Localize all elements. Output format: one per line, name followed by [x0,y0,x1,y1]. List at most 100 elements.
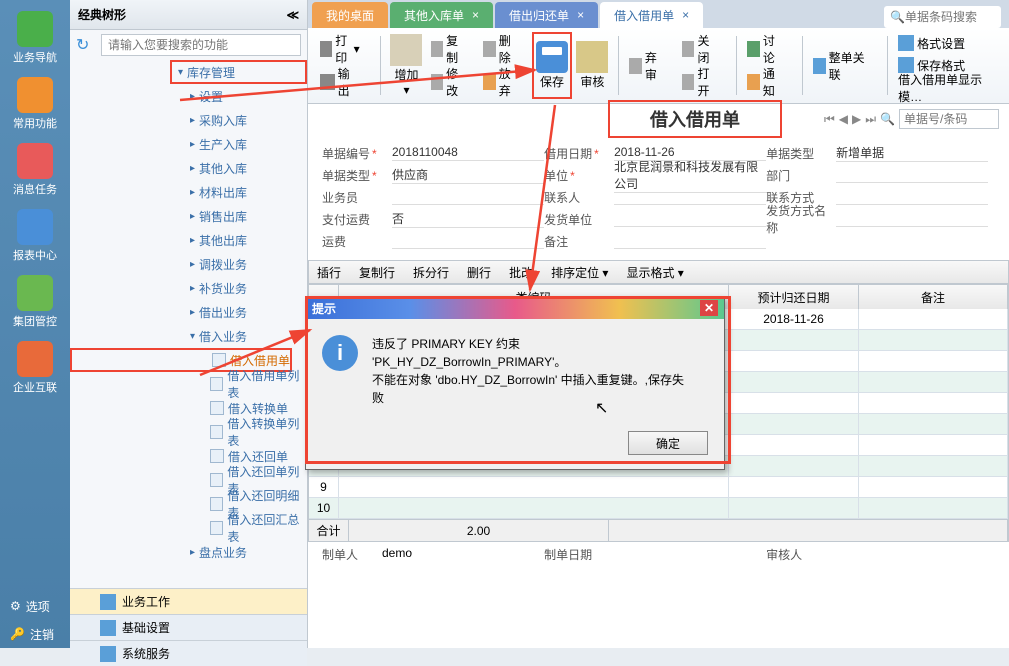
tree-close-icon[interactable]: ≪ [286,8,299,22]
tree-header: 经典树形 ≪ [70,0,307,30]
search-icon: 🔍 [880,112,895,126]
tab-borrow-in[interactable]: 借入借用单× [600,2,703,28]
close-icon[interactable]: × [472,8,479,22]
discuss-button[interactable]: 讨论 [743,39,786,59]
tab-desktop[interactable]: 我的桌面 [312,2,388,28]
value-freight[interactable]: 否 [392,210,544,228]
tree-search-input[interactable] [101,34,301,56]
tree-item[interactable]: ▸销售出库 [70,204,307,228]
delete-button[interactable]: 删除 [479,39,522,59]
relate-button[interactable]: 整单关联 [809,56,872,76]
tree-item[interactable]: ▸其他入库 [70,156,307,180]
bottom-info: 制单人demo 制单日期 审核人 [308,542,1009,567]
tree-sub-item[interactable]: 借入转换单列表 [70,420,307,444]
creator-label: 制单人 [322,546,382,563]
abandon-button[interactable]: 放弃 [479,72,522,92]
search-icon: 🔍 [890,10,905,24]
batch-edit[interactable]: 批改 [509,264,533,281]
col-return-date[interactable]: 预计归还日期 [729,285,859,309]
label-docno: 单据编号* [322,145,392,162]
footer-basic[interactable]: 基础设置 [70,614,307,640]
insert-row[interactable]: 插行 [317,264,341,281]
nav-reports[interactable]: 报表中心 [5,206,65,266]
template-button[interactable]: 借入借用单显示模… [894,78,991,98]
dialog-title-bar[interactable]: 提示 ✕ [306,297,724,319]
logout-button[interactable]: 🔑注销 [0,620,70,648]
prev-icon[interactable]: ◀ [839,112,848,126]
tree-item[interactable]: ▸其他出库 [70,228,307,252]
label-shipway: 发货方式名称 [766,202,836,236]
copy-button[interactable]: 复制 [427,39,470,59]
next-icon[interactable]: ▶ [852,112,861,126]
key-icon: 🔑 [10,627,25,641]
link-icon [813,58,826,74]
nav-messages[interactable]: 消息任务 [5,140,65,200]
value-docno[interactable]: 2018110048 [392,145,544,161]
discard-button[interactable]: 弃审 [625,56,668,76]
label-contact: 联系人 [544,189,614,206]
nav-common[interactable]: 常用功能 [5,74,65,134]
tree-item[interactable]: ▸补货业务 [70,276,307,300]
label-shipunit: 发货单位 [544,211,614,228]
output-button[interactable]: 输出 [316,72,364,92]
nav-search-input[interactable] [899,109,999,129]
tree-item[interactable]: ▸设置 [70,84,307,108]
save-icon [536,41,568,73]
col-memo[interactable]: 备注 [859,285,1008,309]
close-icon[interactable]: × [577,8,584,22]
tree-item[interactable]: ▸借出业务 [70,300,307,324]
grid-toolbar: 插行 复制行 拆分行 删行 批改 排序定位 ▾ 显示格式 ▾ [308,260,1009,284]
tab-borrow-return[interactable]: 借出归还单× [495,2,598,28]
tree-item[interactable]: ▸材料出库 [70,180,307,204]
value-unit[interactable]: 北京昆润景和科技发展有限公司 [614,158,766,193]
refresh-icon[interactable]: ↻ [76,35,96,55]
close-icon[interactable]: × [682,8,689,22]
footer-system[interactable]: 系统服务 [70,640,307,666]
toolbar: 打印 ▾ 输出 增加 ▾ 复制 修改 删除 放弃 保存 审核 弃审 关闭 打开 … [308,28,1009,104]
options-button[interactable]: ⚙选项 [0,592,70,620]
print-button[interactable]: 打印 ▾ [316,39,364,59]
tab-search[interactable]: 🔍 [884,6,1001,28]
add-button[interactable]: 增加 ▾ [386,32,426,99]
split-row[interactable]: 拆分行 [413,264,449,281]
undo-icon [483,74,496,90]
auditor-label: 审核人 [766,546,826,563]
open-button[interactable]: 打开 [678,72,721,92]
value-kind: 新增单据 [836,144,988,162]
tree-root-inventory[interactable]: ▾库存管理 [170,60,307,84]
delete-row[interactable]: 删行 [467,264,491,281]
creator-value: demo [382,546,412,563]
tree-sub-item[interactable]: 借入借用单列表 [70,372,307,396]
notify-button[interactable]: 通知 [743,72,786,92]
audit-button[interactable]: 审核 [572,32,612,99]
nav-group[interactable]: 集团管控 [5,272,65,332]
nav-enterprise[interactable]: 企业互联 [5,338,65,398]
display-format[interactable]: 显示格式 ▾ [626,264,683,281]
nav-business[interactable]: 业务导航 [5,8,65,68]
printer-icon [320,41,332,57]
tree-item[interactable]: ▸生产入库 [70,132,307,156]
close-button[interactable]: 关闭 [678,39,721,59]
tree-item[interactable]: ▸调拨业务 [70,252,307,276]
dialog-close-icon[interactable]: ✕ [700,300,718,316]
value-doctype[interactable]: 供应商 [392,166,544,184]
copy-row[interactable]: 复制行 [359,264,395,281]
tab-bar: 我的桌面 其他入库单× 借出归还单× 借入借用单× 🔍 [308,0,1009,28]
pencil-icon [431,74,444,90]
label-dept: 部门 [766,167,836,184]
first-icon[interactable]: ⏮ [824,112,835,127]
tree-sub-item[interactable]: 借入还回汇总表 [70,516,307,540]
left-sidebar: 业务导航 常用功能 消息任务 报表中心 集团管控 企业互联 ⚙选项 🔑注销 [0,0,70,648]
sort-locate[interactable]: 排序定位 ▾ [551,264,608,281]
last-icon[interactable]: ⏭ [865,112,876,127]
label-freight: 支付运费 [322,211,392,228]
format-button[interactable]: 格式设置 [894,33,991,53]
tree-item[interactable]: ▸采购入库 [70,108,307,132]
save-button[interactable]: 保存 [532,32,573,99]
modify-button[interactable]: 修改 [427,72,470,92]
tab-other-in[interactable]: 其他入库单× [390,2,493,28]
copy-icon [431,41,444,57]
ok-button[interactable]: 确定 [628,431,708,455]
tree-item-borrowin[interactable]: ▾借入业务 [70,324,307,348]
footer-business[interactable]: 业务工作 [70,588,307,614]
